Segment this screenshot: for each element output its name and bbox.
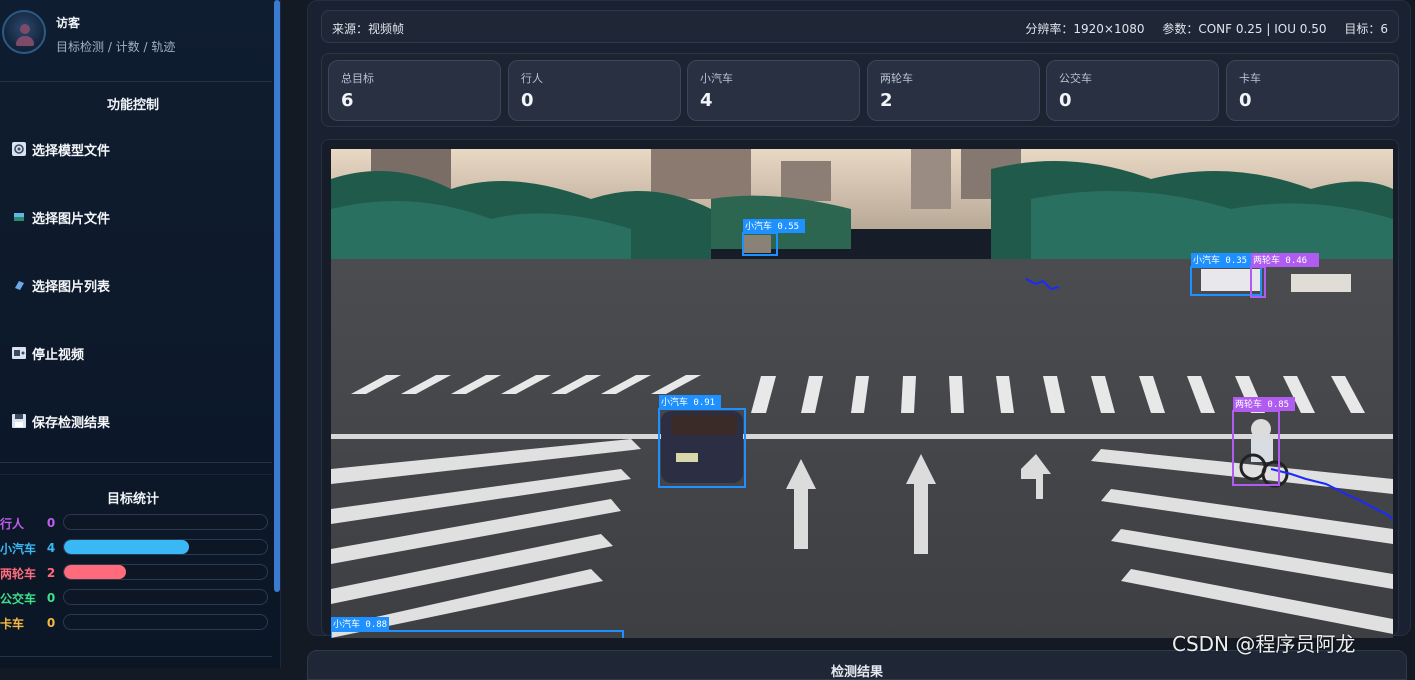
video-frame[interactable]: 小汽车 0.55 小汽车 0.35 两轮车 0.46 小汽车 0.91 两轮车 … — [331, 149, 1393, 638]
stat-bar — [63, 564, 268, 580]
user-name: 访客 — [56, 16, 81, 30]
card-label: 小汽车 — [700, 72, 733, 85]
stop-video-button[interactable]: 停止视频 — [10, 341, 260, 365]
card-total: 总目标 6 — [328, 60, 501, 121]
targets-text: 目标：6 — [1344, 22, 1388, 36]
card-label: 公交车 — [1059, 72, 1092, 85]
stats-title: 目标统计 — [106, 492, 159, 507]
resolution-text: 分辨率：1920×1080 — [1025, 22, 1145, 36]
card-car: 小汽车 4 — [687, 60, 860, 121]
card-bus: 公交车 0 — [1046, 60, 1219, 121]
stat-bar-fill — [64, 540, 189, 554]
save-icon — [10, 413, 28, 429]
avatar[interactable] — [2, 10, 46, 54]
watermark: CSDN @程序员阿龙 — [1172, 632, 1356, 656]
divider — [0, 656, 272, 657]
select-image-button[interactable]: 选择图片文件 — [10, 205, 260, 229]
detection-label: 两轮车 0.85 — [1235, 398, 1289, 410]
save-results-button[interactable]: 保存检测结果 — [10, 409, 260, 433]
sidebar-scrollbar[interactable] — [274, 0, 280, 592]
stat-label: 行人 — [0, 516, 25, 531]
info-bar: 来源：视频帧 分辨率：1920×1080 参数：CONF 0.25 | IOU … — [321, 10, 1399, 43]
detection-label: 小汽车 0.55 — [745, 220, 799, 232]
stat-row: 公交车 0 — [0, 589, 270, 607]
divider — [0, 462, 272, 463]
card-value: 2 — [880, 90, 893, 111]
stat-value: 2 — [46, 566, 56, 580]
stat-label: 卡车 — [0, 616, 25, 631]
detection-label: 小汽车 0.88 — [333, 618, 387, 630]
detection-label: 小汽车 0.35 — [1193, 254, 1247, 266]
stat-value: 4 — [46, 541, 56, 555]
model-icon — [10, 141, 28, 157]
image-icon — [10, 209, 28, 225]
stat-row: 行人 0 — [0, 514, 270, 532]
card-value: 4 — [700, 90, 713, 111]
card-pedestrian: 行人 0 — [508, 60, 681, 121]
card-label: 卡车 — [1239, 72, 1261, 85]
stat-bar — [63, 614, 268, 630]
card-label: 总目标 — [341, 72, 374, 85]
video-icon — [10, 345, 28, 361]
user-panel: 访客 目标检测 / 计数 / 轨迹 — [0, 0, 272, 82]
card-value: 0 — [521, 90, 534, 111]
stat-label: 小汽车 — [0, 541, 37, 556]
select-image-list-label: 选择图片列表 — [32, 279, 111, 295]
card-label: 两轮车 — [880, 72, 913, 85]
select-model-button[interactable]: 选择模型文件 — [10, 137, 260, 161]
stat-bar — [63, 539, 268, 555]
card-truck: 卡车 0 — [1226, 60, 1399, 121]
save-results-label: 保存检测结果 — [32, 415, 111, 431]
card-value: 0 — [1059, 90, 1072, 111]
stat-bar-fill — [64, 565, 127, 579]
summary-cards: 总目标 6 行人 0 小汽车 4 两轮车 2 公交车 0 卡车 0 — [321, 53, 1399, 127]
stat-value: 0 — [46, 616, 56, 630]
stat-bar — [63, 514, 268, 530]
card-value: 0 — [1239, 90, 1252, 111]
detection-label: 两轮车 0.46 — [1253, 254, 1307, 266]
card-value: 6 — [341, 90, 354, 111]
select-model-label: 选择模型文件 — [32, 143, 111, 159]
source-text: 来源：视频帧 — [332, 22, 405, 36]
stat-label: 公交车 — [0, 591, 37, 606]
stop-video-label: 停止视频 — [32, 347, 85, 363]
stat-row: 卡车 0 — [0, 614, 270, 632]
params-text: 参数：CONF 0.25 | IOU 0.50 — [1162, 22, 1327, 36]
card-label: 行人 — [521, 72, 543, 85]
stat-value: 0 — [46, 591, 56, 605]
stat-value: 0 — [46, 516, 56, 530]
select-image-list-button[interactable]: 选择图片列表 — [10, 273, 260, 297]
sidebar: 访客 目标检测 / 计数 / 轨迹 功能控制 选择模型文件 选择图片文件 选择图… — [0, 0, 281, 668]
stat-bar — [63, 589, 268, 605]
divider — [0, 474, 272, 475]
stat-row: 小汽车 4 — [0, 539, 270, 557]
controls-title: 功能控制 — [106, 98, 159, 113]
stat-label: 两轮车 — [0, 566, 37, 581]
info-right: 分辨率：1920×1080 参数：CONF 0.25 | IOU 0.50 目标… — [1011, 20, 1388, 37]
results-title: 检测结果 — [830, 665, 883, 680]
select-image-label: 选择图片文件 — [32, 211, 111, 227]
user-subtitle: 目标检测 / 计数 / 轨迹 — [56, 40, 176, 54]
stat-row: 两轮车 2 — [0, 564, 270, 582]
list-icon — [10, 277, 28, 293]
card-two-wheeler: 两轮车 2 — [867, 60, 1040, 121]
detection-label: 小汽车 0.91 — [661, 396, 715, 408]
